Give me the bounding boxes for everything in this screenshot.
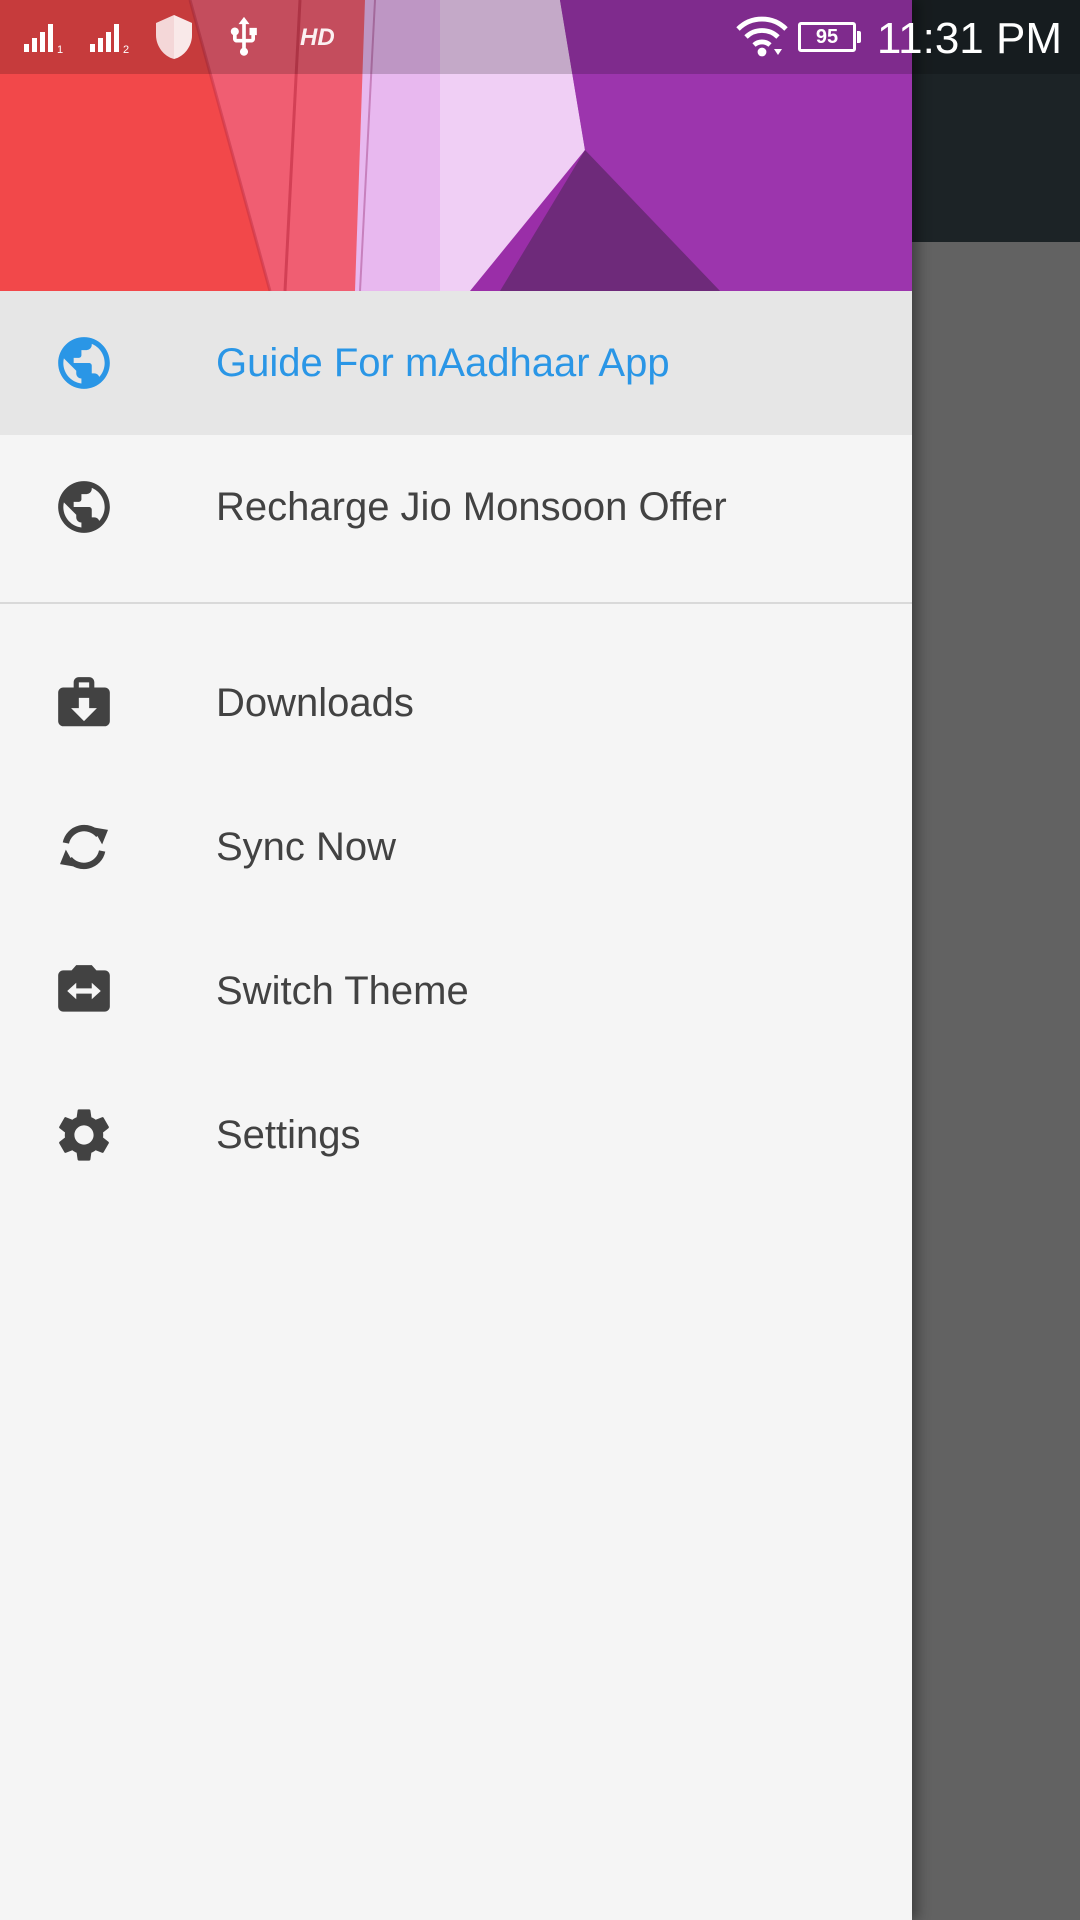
- shield-icon: [150, 0, 198, 74]
- hd-voice-indicator: HD: [300, 24, 335, 51]
- menu-item-guide-for-maadhaar-app[interactable]: Guide For mAadhaar App: [0, 291, 912, 435]
- svg-text:1: 1: [57, 44, 63, 54]
- sync-icon: [52, 815, 116, 879]
- menu-item-sync-now[interactable]: Sync Now: [0, 775, 912, 919]
- download-briefcase-icon: [52, 671, 116, 735]
- menu-divider: [0, 602, 912, 604]
- globe-icon: [52, 331, 116, 395]
- menu-item-recharge-jio-monsoon-offer[interactable]: Recharge Jio Monsoon Offer: [0, 435, 912, 579]
- gear-icon: [52, 1103, 116, 1167]
- status-bar: 1 2 HD 95 11:31 PM: [0, 0, 1080, 74]
- wifi-icon: [736, 0, 788, 74]
- battery-icon: 95: [798, 22, 861, 52]
- menu-item-label: Recharge Jio Monsoon Offer: [216, 484, 727, 529]
- signal-sim2-icon: 2: [90, 0, 138, 74]
- battery-level: 95: [815, 26, 839, 48]
- screen: Guide For mAadhaar App Recharge Jio Mons…: [0, 0, 1080, 1920]
- menu-item-switch-theme[interactable]: Switch Theme: [0, 919, 912, 1063]
- svg-text:2: 2: [123, 44, 129, 54]
- navigation-drawer: Guide For mAadhaar App Recharge Jio Mons…: [0, 0, 912, 1920]
- menu-item-label: Switch Theme: [216, 968, 469, 1013]
- menu-item-downloads[interactable]: Downloads: [0, 631, 912, 775]
- status-time: 11:31 PM: [876, 14, 1062, 63]
- menu-item-label: Downloads: [216, 680, 414, 725]
- menu-item-label: Sync Now: [216, 824, 397, 869]
- signal-sim1-icon: 1: [24, 0, 72, 74]
- menu-item-label: Guide For mAadhaar App: [216, 340, 670, 385]
- switch-camera-icon: [52, 959, 116, 1023]
- menu-item-label: Settings: [216, 1112, 361, 1157]
- menu-item-settings[interactable]: Settings: [0, 1063, 912, 1207]
- globe-icon: [52, 475, 116, 539]
- usb-icon: [222, 0, 266, 74]
